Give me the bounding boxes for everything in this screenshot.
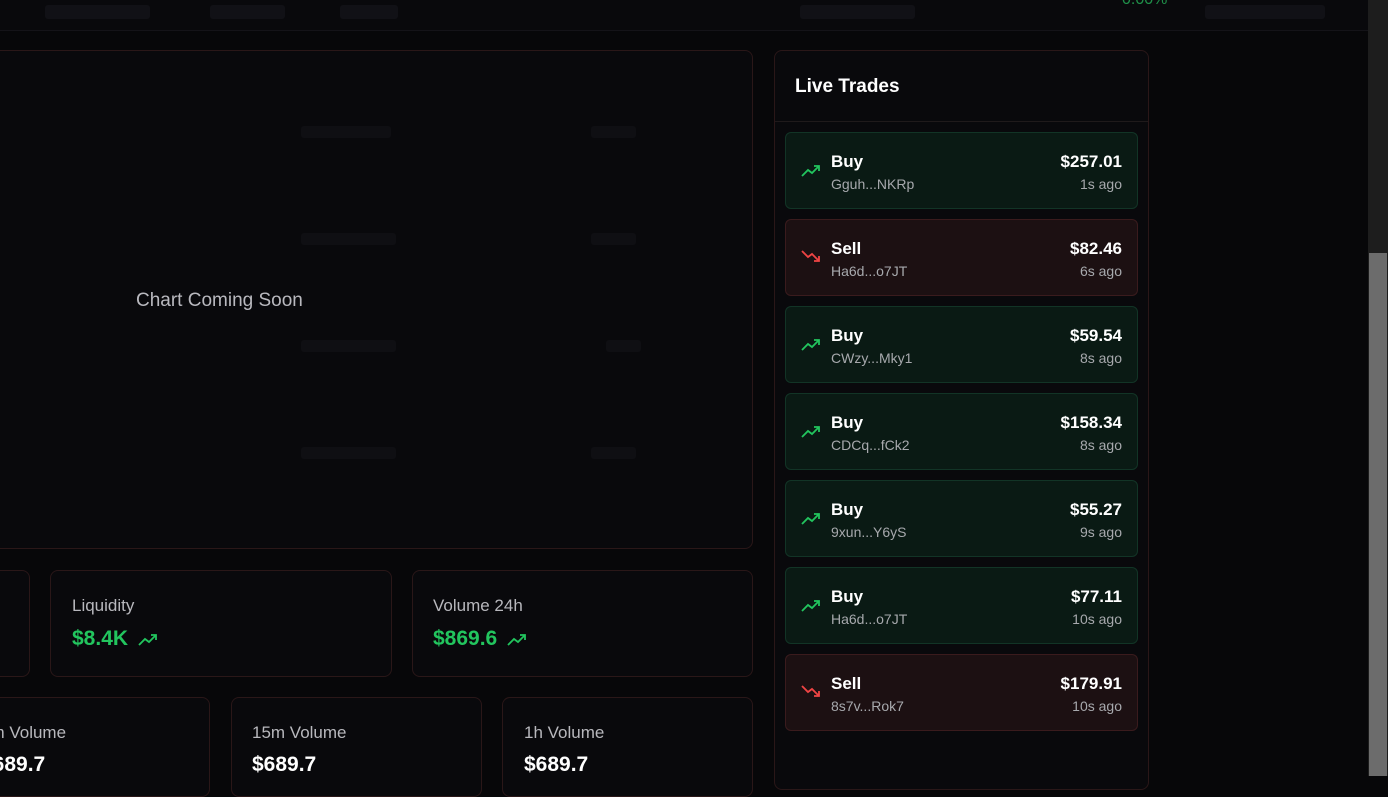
stat-label: Volume 24h [433, 596, 523, 615]
trade-address: 9xun...Y6yS [831, 524, 907, 540]
trade-row[interactable]: Sell 8s7v...Rok7 $179.91 10s ago [785, 654, 1138, 731]
trade-side: Buy [831, 326, 864, 345]
liquidity-value: $8.4K [72, 627, 129, 650]
trade-time: 8s ago [1079, 350, 1122, 366]
stat-card-volume-24h: Volume 24h $869.6 [412, 570, 753, 677]
trade-amount: $257.01 [1060, 152, 1122, 171]
stat-value: $689.7 [524, 753, 589, 776]
trade-amount: $55.27 [1070, 500, 1122, 519]
top-bar-faded-item [340, 5, 398, 19]
trade-time: 6s ago [1079, 263, 1122, 279]
stat-card-1h-volume: 1h Volume $689.7 [502, 697, 753, 797]
trade-amount: $179.91 [1060, 674, 1122, 693]
trending-up-icon [801, 426, 820, 438]
trade-time: 1s ago [1079, 176, 1122, 192]
chart-faded-row [301, 340, 396, 352]
trade-row[interactable]: Buy CDCq...fCk2 $158.34 8s ago [785, 393, 1138, 470]
trending-up-icon [801, 600, 820, 612]
stat-value: $869.6 [433, 627, 527, 651]
top-bar: 0.00% [0, 0, 1368, 31]
trending-up-icon [801, 339, 820, 351]
live-trades-title: Live Trades [775, 51, 1148, 122]
top-bar-faded-item [210, 5, 285, 19]
chart-faded-row [591, 126, 636, 138]
trade-side: Sell [831, 674, 862, 693]
top-bar-faded-item [800, 5, 915, 19]
trade-row[interactable]: Buy CWzy...Mky1 $59.54 8s ago [785, 306, 1138, 383]
trade-address: Gguh...NKRp [831, 176, 915, 192]
chart-faded-row [591, 447, 636, 459]
volume-24h-value: $869.6 [433, 627, 498, 650]
trade-amount: $82.46 [1070, 239, 1122, 258]
chart-faded-row [606, 340, 641, 352]
stat-card-partial [0, 570, 30, 677]
trending-up-icon [507, 633, 527, 646]
trending-up-icon [138, 633, 157, 646]
trade-row[interactable]: Sell Ha6d...o7JT $82.46 6s ago [785, 219, 1138, 296]
trade-side: Sell [831, 239, 862, 258]
stat-value: $8.4K [72, 627, 158, 651]
trade-time: 10s ago [1072, 698, 1122, 714]
trade-address: 8s7v...Rok7 [831, 698, 904, 714]
trade-time: 10s ago [1072, 611, 1122, 627]
stat-label: 1h Volume [524, 723, 605, 742]
stat-card-15m-volume: 15m Volume $689.7 [231, 697, 482, 797]
stat-card-5m-volume: 5m Volume $689.7 [0, 697, 210, 797]
trade-address: Ha6d...o7JT [831, 263, 908, 279]
trade-row[interactable]: Buy 9xun...Y6yS $55.27 9s ago [785, 480, 1138, 557]
chart-faded-row [301, 447, 396, 459]
stat-label: Liquidity [72, 596, 135, 615]
trade-side: Buy [831, 413, 864, 432]
trending-down-icon [801, 250, 820, 262]
chart-panel: Chart Coming Soon [0, 50, 753, 549]
stat-value: $689.7 [0, 753, 46, 776]
trade-row[interactable]: Buy Gguh...NKRp $257.01 1s ago [785, 132, 1138, 209]
chart-faded-row [301, 126, 391, 138]
trending-up-icon [801, 165, 820, 177]
trade-address: CWzy...Mky1 [831, 350, 913, 366]
top-bar-faded-item [45, 5, 150, 19]
stat-card-liquidity: Liquidity $8.4K [50, 570, 392, 677]
scrollbar-thumb[interactable] [1369, 253, 1387, 776]
stat-label: 15m Volume [252, 723, 347, 742]
trade-address: CDCq...fCk2 [831, 437, 910, 453]
chart-faded-row [301, 233, 396, 245]
trade-side: Buy [831, 152, 864, 171]
live-trades-panel: Live Trades Buy Gguh...NKRp $257.01 1s a… [774, 50, 1149, 790]
trending-up-icon [801, 513, 820, 525]
top-bar-faded-item [1205, 5, 1325, 19]
trade-side: Buy [831, 500, 864, 519]
trade-row[interactable]: Buy Ha6d...o7JT $77.11 10s ago [785, 567, 1138, 644]
stat-label: 5m Volume [0, 723, 67, 742]
trade-side: Buy [831, 587, 864, 606]
trade-address: Ha6d...o7JT [831, 611, 908, 627]
chart-faded-row [591, 233, 636, 245]
chart-placeholder-text: Chart Coming Soon [136, 290, 303, 311]
trade-amount: $59.54 [1070, 326, 1122, 345]
trade-amount: $77.11 [1070, 587, 1122, 606]
stat-value: $689.7 [252, 753, 317, 776]
trending-down-icon [801, 685, 820, 697]
trade-time: 9s ago [1079, 524, 1122, 540]
price-change-percent: 0.00% [1122, 0, 1167, 9]
trade-time: 8s ago [1079, 437, 1122, 453]
trade-amount: $158.34 [1060, 413, 1122, 432]
